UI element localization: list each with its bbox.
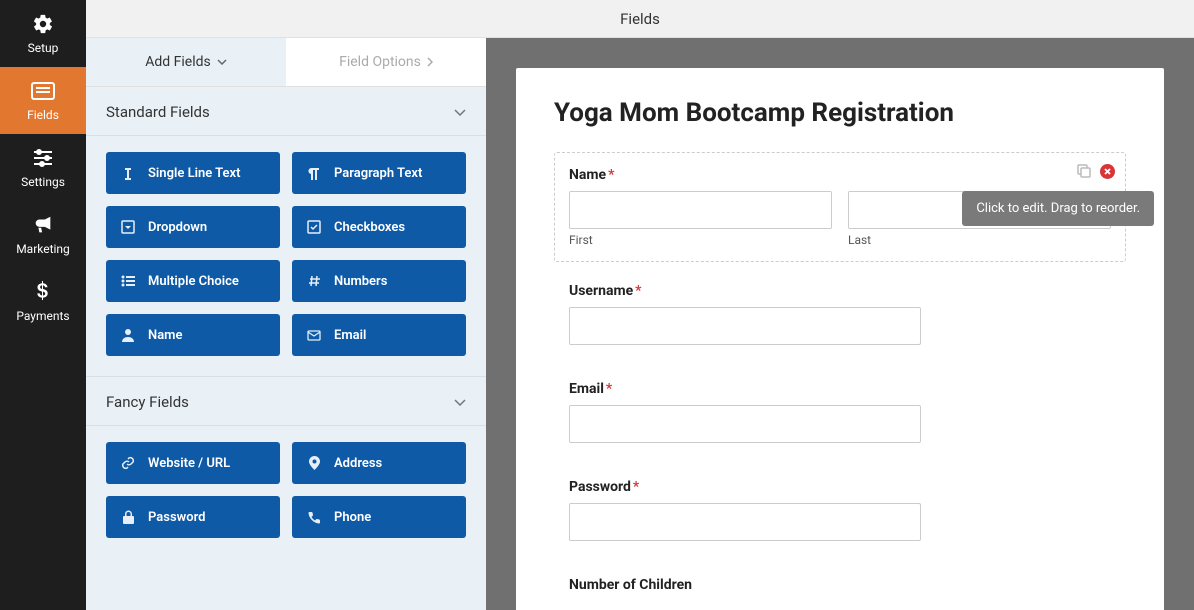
group-title: Standard Fields bbox=[106, 103, 210, 121]
duplicate-icon[interactable] bbox=[1076, 163, 1092, 179]
field-dropdown[interactable]: Dropdown bbox=[106, 206, 280, 248]
panel-tabs: Add Fields Field Options bbox=[86, 38, 486, 87]
lock-icon bbox=[120, 510, 136, 524]
field-label: Name* bbox=[569, 167, 1111, 183]
form-field-email[interactable]: Email* bbox=[554, 366, 1126, 458]
sliders-icon bbox=[31, 146, 55, 170]
field-label: Number of Children bbox=[569, 577, 1111, 593]
user-icon bbox=[120, 328, 136, 342]
form-icon bbox=[31, 79, 55, 103]
nav-label: Payments bbox=[16, 309, 69, 323]
field-btn-label: Dropdown bbox=[148, 220, 207, 235]
nav-item-settings[interactable]: Settings bbox=[0, 134, 86, 201]
fancy-buttons: Website / URL Address Password Phone bbox=[86, 426, 486, 558]
gear-icon bbox=[31, 12, 55, 36]
nav-label: Marketing bbox=[16, 242, 70, 256]
caret-square-icon bbox=[120, 220, 136, 234]
field-btn-label: Multiple Choice bbox=[148, 274, 239, 289]
nav-label: Fields bbox=[27, 108, 59, 122]
check-square-icon bbox=[306, 220, 322, 234]
nav-item-fields[interactable]: Fields bbox=[0, 67, 86, 134]
chevron-down-icon bbox=[454, 109, 466, 116]
topbar-title: Fields bbox=[620, 10, 660, 28]
field-phone[interactable]: Phone bbox=[292, 496, 466, 538]
hash-icon bbox=[306, 274, 322, 288]
tab-label: Add Fields bbox=[145, 54, 211, 70]
field-btn-label: Numbers bbox=[334, 274, 387, 289]
field-email[interactable]: Email bbox=[292, 314, 466, 356]
field-label: Password* bbox=[569, 479, 1111, 495]
nav-rail: Setup Fields Settings Marketing Payments bbox=[0, 0, 86, 610]
nav-item-payments[interactable]: Payments bbox=[0, 268, 86, 335]
tab-add-fields[interactable]: Add Fields bbox=[86, 38, 286, 86]
field-btn-label: Phone bbox=[334, 510, 371, 525]
tab-field-options[interactable]: Field Options bbox=[286, 38, 486, 86]
field-website-url[interactable]: Website / URL bbox=[106, 442, 280, 484]
paragraph-icon bbox=[306, 166, 322, 180]
fields-panel: Add Fields Field Options Standard Fields… bbox=[86, 38, 486, 610]
map-pin-icon bbox=[306, 456, 322, 470]
field-label: Email* bbox=[569, 381, 1111, 397]
field-checkboxes[interactable]: Checkboxes bbox=[292, 206, 466, 248]
field-single-line-text[interactable]: Single Line Text bbox=[106, 152, 280, 194]
field-btn-label: Website / URL bbox=[148, 456, 230, 471]
sub-label-first: First bbox=[569, 233, 832, 247]
field-multiple-choice[interactable]: Multiple Choice bbox=[106, 260, 280, 302]
chevron-right-icon bbox=[427, 57, 433, 67]
list-icon bbox=[120, 275, 136, 287]
field-btn-label: Paragraph Text bbox=[334, 166, 422, 181]
chevron-down-icon bbox=[454, 399, 466, 406]
first-name-input[interactable] bbox=[569, 191, 832, 229]
email-input[interactable] bbox=[569, 405, 921, 443]
field-btn-label: Password bbox=[148, 510, 205, 525]
field-btn-label: Address bbox=[334, 456, 382, 471]
tab-label: Field Options bbox=[339, 54, 421, 70]
field-address[interactable]: Address bbox=[292, 442, 466, 484]
topbar: Fields bbox=[86, 0, 1194, 38]
username-input[interactable] bbox=[569, 307, 921, 345]
nav-label: Settings bbox=[21, 175, 65, 189]
form-field-username[interactable]: Username* bbox=[554, 268, 1126, 360]
group-fancy-fields[interactable]: Fancy Fields bbox=[86, 377, 486, 426]
group-standard-fields[interactable]: Standard Fields bbox=[86, 87, 486, 136]
form-title: Yoga Mom Bootcamp Registration bbox=[554, 98, 1126, 128]
chevron-down-icon bbox=[217, 59, 227, 65]
field-password[interactable]: Password bbox=[106, 496, 280, 538]
field-paragraph-text[interactable]: Paragraph Text bbox=[292, 152, 466, 194]
field-numbers[interactable]: Numbers bbox=[292, 260, 466, 302]
right-area: Fields Add Fields Field Options Standard… bbox=[86, 0, 1194, 610]
field-label: Username* bbox=[569, 283, 1111, 299]
envelope-icon bbox=[306, 330, 322, 341]
field-actions bbox=[1076, 163, 1115, 179]
text-cursor-icon bbox=[120, 166, 136, 180]
nav-item-marketing[interactable]: Marketing bbox=[0, 201, 86, 268]
form-card: Yoga Mom Bootcamp Registration Name* bbox=[516, 68, 1164, 610]
dollar-icon bbox=[31, 280, 55, 304]
standard-buttons: Single Line Text Paragraph Text Dropdown… bbox=[86, 136, 486, 377]
delete-icon[interactable] bbox=[1100, 164, 1115, 179]
field-name[interactable]: Name bbox=[106, 314, 280, 356]
field-btn-label: Email bbox=[334, 328, 366, 343]
field-btn-label: Checkboxes bbox=[334, 220, 405, 235]
group-title: Fancy Fields bbox=[106, 393, 189, 411]
sub-label-last: Last bbox=[848, 233, 1111, 247]
nav-item-setup[interactable]: Setup bbox=[0, 0, 86, 67]
field-btn-label: Name bbox=[148, 328, 182, 343]
link-icon bbox=[120, 456, 136, 470]
field-btn-label: Single Line Text bbox=[148, 166, 240, 181]
phone-icon bbox=[306, 511, 322, 524]
password-input[interactable] bbox=[569, 503, 921, 541]
form-canvas: Yoga Mom Bootcamp Registration Name* bbox=[486, 38, 1194, 610]
workspace: Add Fields Field Options Standard Fields… bbox=[86, 38, 1194, 610]
edit-tooltip: Click to edit. Drag to reorder. bbox=[962, 191, 1154, 226]
form-field-password[interactable]: Password* bbox=[554, 464, 1126, 556]
bullhorn-icon bbox=[31, 213, 55, 237]
nav-label: Setup bbox=[28, 41, 59, 55]
form-field-children[interactable]: Number of Children bbox=[554, 562, 1126, 610]
